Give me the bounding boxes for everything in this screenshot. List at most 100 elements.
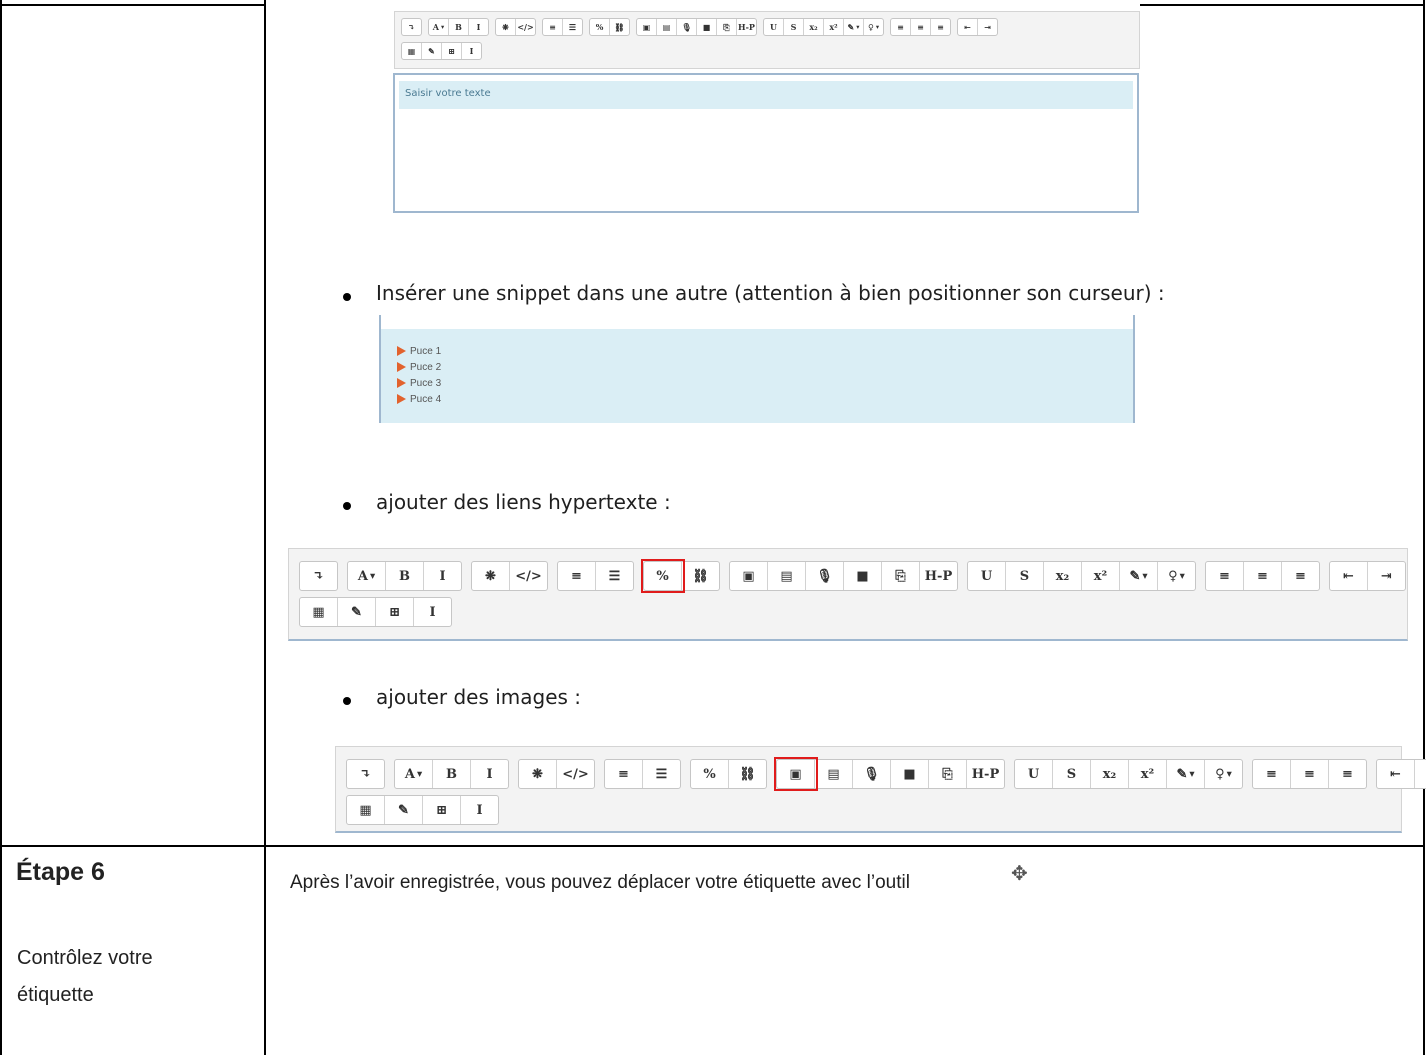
toolbar-button-icon[interactable]: U — [1015, 760, 1053, 788]
toolbar-button-icon[interactable]: </> — [510, 562, 547, 590]
toolbar-button-icon[interactable]: S — [1053, 760, 1091, 788]
toolbar-button-icon[interactable]: I — [461, 796, 498, 824]
toolbar-button-icon[interactable]: x² — [1129, 760, 1167, 788]
toolbar-button-icon[interactable]: x² — [1082, 562, 1120, 590]
toolbar-button-icon[interactable]: H-P — [737, 19, 756, 35]
toolbar-button-icon[interactable]: ⇥ — [1368, 562, 1405, 590]
toolbar-button-icon[interactable]: ≡ — [1253, 760, 1291, 788]
toolbar-button-icon[interactable]: ⊞ — [376, 598, 414, 626]
toolbar-button-icon[interactable]: ▦ — [300, 598, 338, 626]
toolbar-button-icon[interactable]: ✎ — [338, 598, 376, 626]
toolbar-button-icon[interactable]: ✎ — [844, 19, 864, 35]
toolbar-button-icon[interactable]: ♀ — [1205, 760, 1242, 788]
toolbar-button-icon[interactable]: 🎙 — [677, 19, 697, 35]
toolbar-button-icon[interactable]: ⛓ — [610, 19, 629, 35]
toolbar-button-icon[interactable]: ❋ — [519, 760, 557, 788]
toolbar-button-icon[interactable]: x₂ — [1091, 760, 1129, 788]
toolbar-button-icon[interactable]: ▣ — [774, 757, 818, 791]
toolbar-button-icon[interactable]: A — [395, 760, 433, 788]
toolbar-button-icon[interactable]: ♀ — [864, 19, 883, 35]
toolbar-button-icon[interactable]: I — [424, 562, 461, 590]
toolbar-button-icon[interactable]: ▣ — [637, 19, 657, 35]
toolbar-button-icon[interactable]: ↴ — [300, 562, 337, 590]
toolbar-button-icon[interactable]: I — [414, 598, 451, 626]
toolbar-button-icon[interactable]: </> — [557, 760, 594, 788]
toolbar-button-icon[interactable]: ≡ — [1282, 562, 1319, 590]
toolbar-button-icon[interactable]: ▦ — [347, 796, 385, 824]
toolbar-button-icon[interactable]: ❋ — [472, 562, 510, 590]
toolbar-button-icon[interactable]: 🎙 — [806, 562, 844, 590]
toolbar-button-icon[interactable]: B — [433, 760, 471, 788]
toolbar-button-icon[interactable]: ▤ — [815, 760, 853, 788]
toolbar-button-icon[interactable]: S — [784, 19, 804, 35]
toolbar-button-icon[interactable]: ✎ — [385, 796, 423, 824]
toolbar-button-icon[interactable]: ▤ — [657, 19, 677, 35]
toolbar-button-icon[interactable]: ⎘ — [717, 19, 737, 35]
toolbar-button-icon[interactable]: % — [641, 559, 685, 593]
toolbar-button-icon[interactable]: ≡ — [1291, 760, 1329, 788]
bullet-dot — [343, 697, 351, 705]
toolbar-button-icon[interactable]: ≡ — [558, 562, 596, 590]
text-editor-area[interactable]: Saisir votre texte — [393, 73, 1139, 213]
toolbar-button-icon[interactable]: ▦ — [402, 43, 422, 59]
toolbar-button-icon[interactable]: ⛓ — [729, 760, 766, 788]
toolbar-button-icon[interactable]: H-P — [967, 760, 1004, 788]
toolbar-button-icon[interactable]: A — [348, 562, 386, 590]
toolbar-button-icon[interactable]: ≡ — [1329, 760, 1366, 788]
toolbar-button-icon[interactable]: ❋ — [496, 19, 516, 35]
toolbar-button-icon[interactable]: 🎙 — [853, 760, 891, 788]
toolbar-button-icon[interactable]: ≡ — [605, 760, 643, 788]
editor-toolbar-images: ↴ABI❋</>≡☰%⛓▣▤🎙■⎘H-PUSx₂x²✎♀≡≡≡⇤⇥▦✎⊞I — [335, 746, 1426, 833]
toolbar-button-icon[interactable]: I — [462, 43, 481, 59]
toolbar-button-icon[interactable]: ⊞ — [442, 43, 462, 59]
toolbar-button-icon[interactable]: ⊞ — [423, 796, 461, 824]
toolbar-button-icon[interactable]: x₂ — [804, 19, 824, 35]
toolbar-button-icon[interactable]: x₂ — [1044, 562, 1082, 590]
toolbar-button-icon[interactable]: I — [471, 760, 508, 788]
toolbar-button-icon[interactable]: ↴ — [402, 19, 421, 35]
toolbar-button-icon[interactable]: I — [469, 19, 488, 35]
toolbar-button-icon[interactable]: U — [968, 562, 1006, 590]
toolbar-button-icon[interactable]: ▤ — [768, 562, 806, 590]
toolbar-button-icon[interactable]: ≡ — [1206, 562, 1244, 590]
toolbar-button-icon[interactable]: % — [691, 760, 729, 788]
toolbar-button-icon[interactable]: A — [429, 19, 449, 35]
toolbar-button-icon[interactable]: ☰ — [563, 19, 582, 35]
toolbar-button-icon[interactable]: x² — [824, 19, 844, 35]
toolbar-button-icon[interactable]: ■ — [844, 562, 882, 590]
toolbar-button-icon[interactable]: % — [590, 19, 610, 35]
toolbar-button-icon[interactable]: ✎ — [1167, 760, 1205, 788]
toolbar-button-icon[interactable]: ⇤ — [1377, 760, 1415, 788]
toolbar-button-icon[interactable]: ≡ — [891, 19, 911, 35]
toolbar-button-icon[interactable]: ≡ — [911, 19, 931, 35]
toolbar-button-icon[interactable]: ⇥ — [1415, 760, 1426, 788]
toolbar-button-icon[interactable]: ⇤ — [958, 19, 978, 35]
toolbar-button-icon[interactable]: H-P — [920, 562, 957, 590]
toolbar-button-icon[interactable]: ▣ — [730, 562, 768, 590]
toolbar-button-icon[interactable]: ↴ — [347, 760, 384, 788]
toolbar-button-icon[interactable]: ☰ — [596, 562, 633, 590]
toolbar-button-icon[interactable]: U — [764, 19, 784, 35]
toolbar-button-icon[interactable]: ⎘ — [929, 760, 967, 788]
step-subtitle-line2: étiquette — [17, 984, 94, 1006]
toolbar-button-icon[interactable]: ≡ — [931, 19, 950, 35]
toolbar-button-icon[interactable]: ⛓ — [682, 562, 719, 590]
toolbar-button-icon[interactable]: ✎ — [1120, 562, 1158, 590]
toolbar-button-icon[interactable]: ≡ — [1244, 562, 1282, 590]
toolbar-button-icon[interactable]: ♀ — [1158, 562, 1195, 590]
toolbar-button-icon[interactable]: ⇥ — [978, 19, 997, 35]
toolbar-button-icon[interactable]: </> — [516, 19, 535, 35]
toolbar-button-icon[interactable]: B — [449, 19, 469, 35]
toolbar-button-icon[interactable]: ⇤ — [1330, 562, 1368, 590]
toolbar-button-icon[interactable]: ☰ — [643, 760, 680, 788]
toolbar-button-icon[interactable]: ⎘ — [882, 562, 920, 590]
toolbar-button-icon[interactable]: ≡ — [543, 19, 563, 35]
toolbar-button-icon[interactable]: ■ — [891, 760, 929, 788]
toolbar-group: ▣ ▤ 🎙 ■ ⎘ H-P — [774, 757, 1005, 791]
toolbar-button-icon[interactable]: ✎ — [422, 43, 442, 59]
toolbar-group: ≡ ☰ — [542, 18, 583, 36]
toolbar-group: ❋ </> — [471, 561, 548, 591]
toolbar-button-icon[interactable]: S — [1006, 562, 1044, 590]
toolbar-button-icon[interactable]: ■ — [697, 19, 717, 35]
toolbar-button-icon[interactable]: B — [386, 562, 424, 590]
